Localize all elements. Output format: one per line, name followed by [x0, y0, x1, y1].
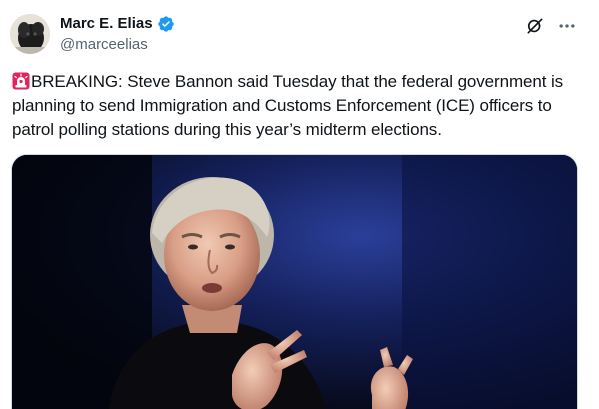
avatar[interactable] [10, 14, 50, 54]
tweet-media-image[interactable] [11, 154, 578, 409]
grok-icon[interactable] [525, 16, 545, 36]
tweet-actions-top [525, 16, 577, 36]
tweet-text: BREAKING: Steve Bannon said Tuesday that… [12, 70, 582, 142]
avatar-photo [10, 14, 50, 54]
author-display-name[interactable]: Marc E. Elias [60, 15, 153, 33]
more-horizontal-icon[interactable] [557, 16, 577, 36]
tweet-card[interactable]: Marc E. Elias @marceelias BREAKING: Stev… [0, 0, 599, 409]
rotating-light-icon [12, 72, 30, 90]
verified-badge-icon [157, 15, 175, 33]
photo-speaker [12, 155, 577, 409]
author-name-row[interactable]: Marc E. Elias [60, 15, 175, 33]
author-handle[interactable]: @marceelias [60, 36, 148, 54]
tweet-text-body: BREAKING: Steve Bannon said Tuesday that… [12, 72, 564, 139]
